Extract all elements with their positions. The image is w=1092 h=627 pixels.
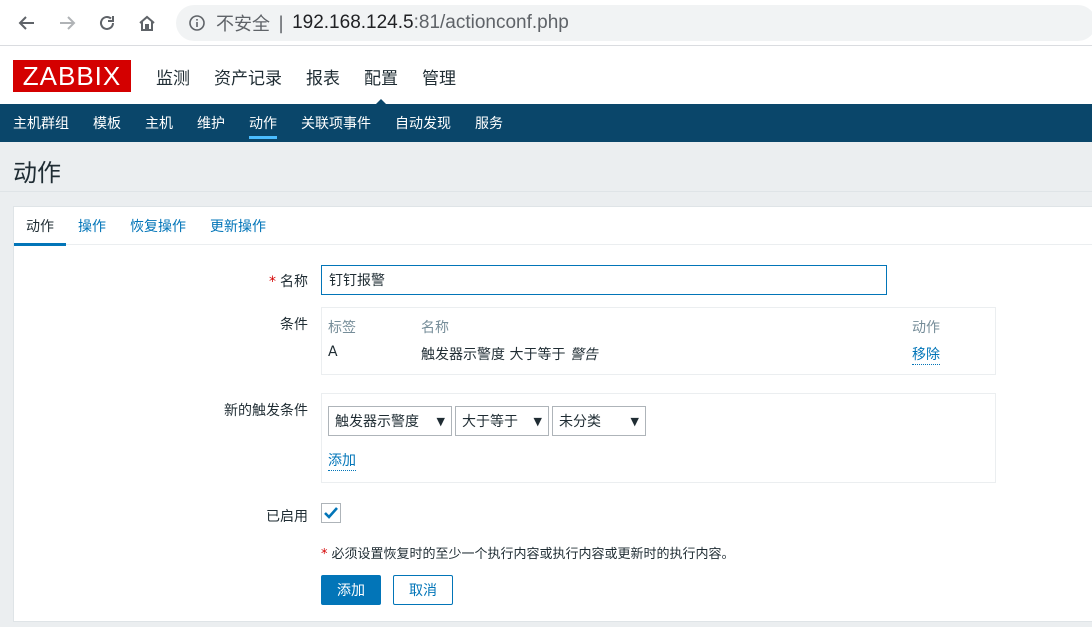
dropdown-arrow-icon: ▼ — [533, 415, 542, 428]
back-button[interactable] — [12, 8, 42, 38]
note-required-mark: * — [321, 547, 328, 562]
forward-button[interactable] — [52, 8, 82, 38]
tab-operations[interactable]: 操作 — [66, 207, 118, 245]
menu-item-configuration-label: 配置 — [364, 69, 398, 89]
tab-recovery-operations[interactable]: 恢复操作 — [118, 207, 198, 245]
menu-item-inventory[interactable]: 资产记录 — [214, 64, 282, 89]
url-host: 192.168.124.5 — [292, 12, 414, 33]
browser-toolbar: 不安全 | 192.168.124.5:81/actionconf.php — [0, 0, 1092, 46]
reload-button[interactable] — [92, 8, 122, 38]
condition-name-text: 触发器示警度 大于等于 — [421, 347, 570, 363]
title-divider — [0, 191, 1092, 192]
name-label-text: 名称 — [280, 274, 308, 290]
condition-type-value: 触发器示警度 — [335, 414, 419, 430]
action-form: 动作 操作 恢复操作 更新操作 *名称 条件 标签 名称 动作 A 触发器示警度… — [13, 206, 1092, 622]
new-condition-label: 新的触发条件 — [224, 403, 308, 419]
add-button[interactable]: 添加 — [321, 575, 381, 605]
insecure-label: 不安全 — [216, 14, 270, 34]
subnav-item-discovery[interactable]: 自动发现 — [395, 104, 451, 142]
top-header: ZABBIX 监测 资产记录 报表 配置 管理 — [0, 46, 1092, 107]
note-text: 必须设置恢复时的至少一个执行内容或执行内容或更新时的执行内容。 — [331, 547, 735, 562]
name-label: * 名称 — [108, 271, 308, 291]
checkmark-icon — [324, 507, 338, 519]
url-separator: | — [278, 12, 285, 34]
tab-action[interactable]: 动作 — [14, 207, 66, 246]
dropdown-arrow-icon: ▼ — [436, 415, 445, 428]
url-path: :81/actionconf.php — [413, 12, 569, 33]
sub-navigation: 主机群组 模板 主机 维护 动作 关联项事件 自动发现 服务 — [0, 104, 1092, 142]
new-condition-box: 触发器示警度 ▼ 大于等于 ▼ 未分类 ▼ 添加 — [321, 393, 996, 483]
column-header-label: 标签 — [328, 320, 356, 336]
subnav-item-hosts[interactable]: 主机 — [145, 104, 173, 142]
zabbix-logo[interactable]: ZABBIX — [13, 60, 131, 92]
conditions-table: 标签 名称 动作 A 触发器示警度 大于等于 警告 移除 — [321, 307, 996, 375]
dropdown-arrow-icon: ▼ — [630, 415, 639, 428]
cancel-button[interactable]: 取消 — [393, 575, 453, 605]
menu-item-reports[interactable]: 报表 — [306, 64, 340, 89]
tab-update-operations[interactable]: 更新操作 — [198, 207, 278, 245]
arrow-left-icon — [18, 16, 34, 30]
enabled-label: 已启用 — [266, 509, 308, 525]
address-bar[interactable]: 不安全 | 192.168.124.5:81/actionconf.php — [176, 5, 1092, 41]
arrow-right-icon — [60, 16, 76, 30]
condition-operator-select[interactable]: 大于等于 ▼ — [455, 406, 549, 436]
required-mark: * — [269, 274, 276, 290]
info-icon[interactable] — [188, 14, 206, 32]
enabled-checkbox[interactable] — [321, 503, 341, 523]
menu-item-administration[interactable]: 管理 — [422, 64, 456, 89]
condition-name: 触发器示警度 大于等于 警告 — [421, 344, 598, 364]
remove-condition-link[interactable]: 移除 — [912, 344, 940, 365]
condition-type-select[interactable]: 触发器示警度 ▼ — [328, 406, 452, 436]
home-button[interactable] — [132, 8, 162, 38]
page-title: 动作 — [13, 159, 61, 187]
name-input[interactable] — [321, 265, 887, 295]
subnav-item-services[interactable]: 服务 — [475, 104, 503, 142]
main-menu: 监测 资产记录 报表 配置 管理 — [156, 64, 480, 107]
subnav-item-templates[interactable]: 模板 — [93, 104, 121, 142]
condition-name-value: 警告 — [569, 347, 598, 363]
condition-operator-value: 大于等于 — [462, 414, 518, 430]
column-header-name: 名称 — [421, 320, 449, 336]
add-condition-link[interactable]: 添加 — [328, 450, 356, 471]
menu-item-monitoring[interactable]: 监测 — [156, 64, 190, 89]
conditions-label: 条件 — [280, 317, 308, 333]
subnav-item-actions[interactable]: 动作 — [249, 104, 277, 142]
column-header-action: 动作 — [912, 320, 940, 336]
condition-value-select[interactable]: 未分类 ▼ — [552, 406, 646, 436]
reload-icon — [100, 15, 114, 30]
subnav-item-host-groups[interactable]: 主机群组 — [13, 104, 69, 142]
subnav-item-maintenance[interactable]: 维护 — [197, 104, 225, 142]
subnav-item-event-correlation[interactable]: 关联项事件 — [301, 104, 371, 142]
condition-value-value: 未分类 — [559, 414, 601, 430]
required-note: * 必须设置恢复时的至少一个执行内容或执行内容或更新时的执行内容。 — [321, 543, 735, 562]
home-icon — [139, 15, 155, 31]
form-tabs: 动作 操作 恢复操作 更新操作 — [14, 207, 1092, 246]
condition-tag: A — [328, 344, 338, 360]
menu-item-configuration[interactable]: 配置 — [364, 64, 398, 107]
